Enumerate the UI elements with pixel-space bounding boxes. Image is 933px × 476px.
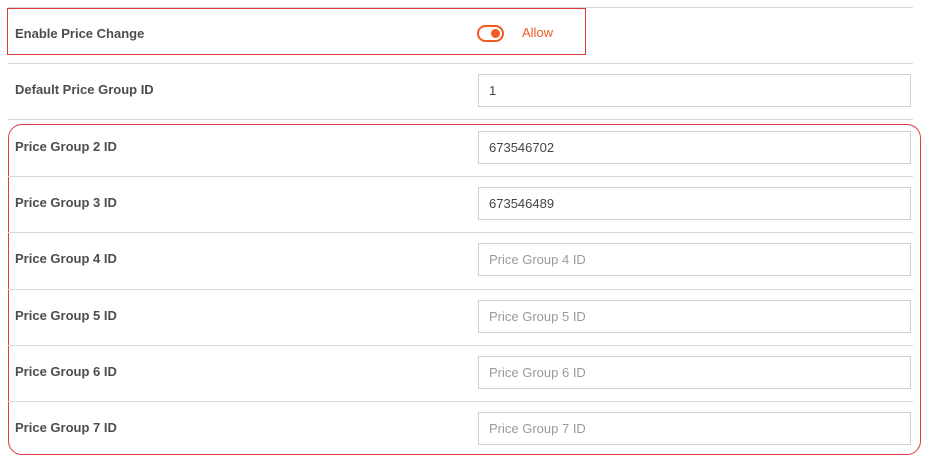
toggle-knob [491, 29, 500, 38]
default-price-group-label: Default Price Group ID [15, 82, 154, 97]
allow-toggle-label: Allow [522, 25, 554, 40]
divider [8, 232, 913, 233]
default-price-group-input[interactable] [478, 74, 911, 107]
price-group-6-input[interactable] [478, 356, 911, 389]
divider [8, 345, 913, 346]
divider [8, 119, 913, 120]
allow-toggle[interactable] [477, 25, 504, 42]
price-group-6-label: Price Group 6 ID [15, 364, 117, 379]
price-group-2-input[interactable] [478, 131, 911, 164]
divider [8, 176, 913, 177]
price-group-3-input[interactable] [478, 187, 911, 220]
price-group-4-label: Price Group 4 ID [15, 251, 117, 266]
price-group-2-label: Price Group 2 ID [15, 139, 117, 154]
divider [8, 63, 913, 64]
price-group-7-label: Price Group 7 ID [15, 420, 117, 435]
price-group-5-label: Price Group 5 ID [15, 308, 117, 323]
price-group-5-input[interactable] [478, 300, 911, 333]
enable-price-change-label: Enable Price Change [15, 26, 145, 41]
divider [8, 401, 913, 402]
price-group-4-input[interactable] [478, 243, 911, 276]
divider [8, 289, 913, 290]
price-group-7-input[interactable] [478, 412, 911, 445]
price-group-3-label: Price Group 3 ID [15, 195, 117, 210]
